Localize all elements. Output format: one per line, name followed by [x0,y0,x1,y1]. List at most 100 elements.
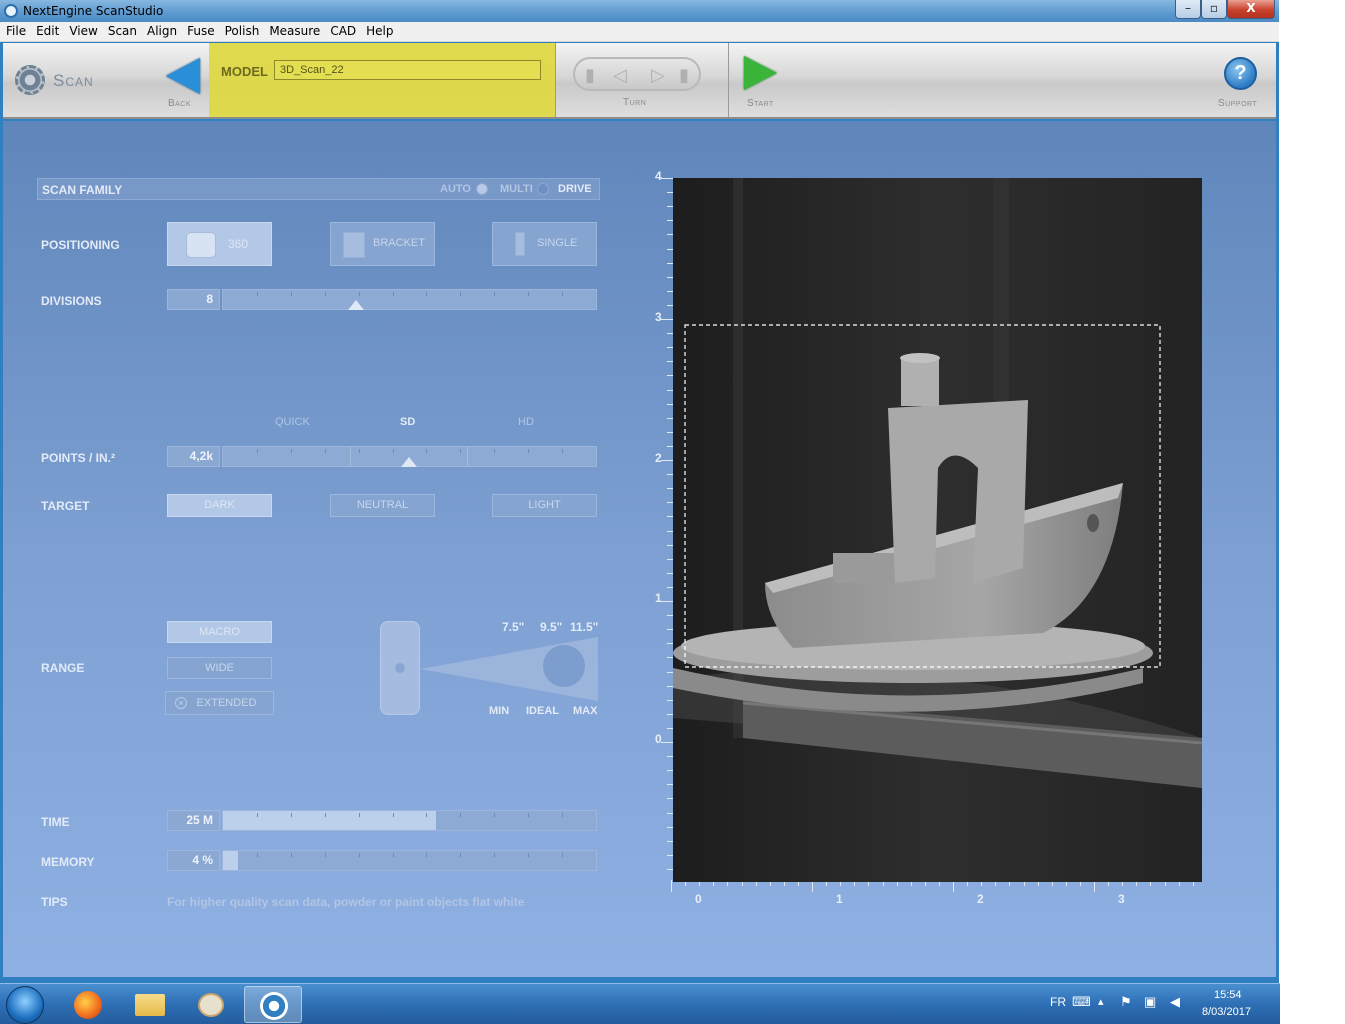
preview-image [673,178,1202,882]
menu-scan[interactable]: Scan [103,22,142,38]
quality-sd-label: SD [400,416,416,428]
target-dark-button[interactable]: DARK [167,494,272,517]
slider-tick [325,813,326,817]
back-button-label[interactable]: Back [168,98,191,109]
slider-tick [291,813,292,817]
support-button-label[interactable]: Support [1218,98,1257,109]
slider-tick [562,449,563,453]
position-360-button[interactable]: 360 [167,222,272,266]
quality-divider [350,447,351,466]
paint-taskbar-item[interactable] [182,986,240,1023]
slider-tick [325,292,326,296]
menu-measure[interactable]: Measure [264,22,325,38]
position-bracket-label: BRACKET [373,237,425,249]
back-arrow-icon[interactable] [166,58,200,94]
time-gauge-fill [223,811,436,830]
menu-view[interactable]: View [64,22,102,38]
slider-tick [460,449,461,453]
window-title: NextEngine ScanStudio [23,4,164,18]
ruler-y-tick-label: 0 [655,732,662,746]
scan-mode-label: Scan [53,71,94,90]
scanstudio-taskbar-item[interactable] [244,986,302,1023]
slider-tick [257,292,258,296]
positioning-label: POSITIONING [41,238,120,252]
paint-icon [198,993,224,1017]
slider-tick [393,449,394,453]
title-bar[interactable]: NextEngine ScanStudio – ▫ X [0,0,1279,22]
divisions-label: DIVISIONS [41,294,102,308]
range-extended-label: EXTENDED [196,697,257,709]
language-indicator[interactable]: FR [1050,995,1066,1009]
close-button[interactable]: X [1227,0,1275,19]
range-wide-button[interactable]: WIDE [167,657,272,679]
ruler-x-tick-label: 3 [1118,892,1125,906]
divisions-slider[interactable] [222,289,597,310]
explorer-taskbar-item[interactable] [121,986,179,1023]
turn-left-icon[interactable]: ◁ [613,65,627,86]
divisions-slider-thumb[interactable] [348,300,365,310]
position-single-button[interactable]: SINGLE [492,222,597,266]
drive-label[interactable]: DRIVE [558,183,592,195]
range-macro-button[interactable]: MACRO [167,621,272,643]
auto-radio[interactable] [476,183,488,195]
range-min-distance: 7.5" [502,620,525,634]
turn-stop-right-icon[interactable]: ▮ [679,65,689,86]
ruler-x-tick-label: 1 [836,892,843,906]
slider-tick [257,853,258,857]
target-neutral-button[interactable]: NEUTRAL [330,494,435,517]
range-extended-button[interactable]: × EXTENDED [165,691,274,715]
slider-tick [359,853,360,857]
ruler-mark [661,178,673,179]
minimize-button[interactable]: – [1175,0,1201,19]
maximize-button[interactable]: ▫ [1201,0,1227,19]
scanstudio-icon [260,992,288,1020]
slider-tick [426,449,427,453]
slider-tick [291,292,292,296]
turn-stop-left-icon[interactable]: ▮ [585,65,595,86]
action-center-flag-icon[interactable]: ⚑ [1120,994,1132,1010]
multi-label[interactable]: MULTI [500,183,533,195]
auto-label[interactable]: AUTO [440,183,471,195]
volume-icon[interactable]: ◀ [1170,994,1180,1010]
show-hidden-icons-icon[interactable]: ▴ [1098,995,1104,1008]
divisions-value: 8 [167,289,220,310]
ruler-y-tick-label: 4 [655,169,662,183]
slider-tick [393,292,394,296]
target-light-button[interactable]: LIGHT [492,494,597,517]
menu-polish[interactable]: Polish [220,22,265,38]
network-icon[interactable]: ▣ [1144,994,1156,1010]
turn-control[interactable]: ▮ ◁ ▷ ▮ [573,57,701,91]
slider-tick [291,853,292,857]
position-bracket-button[interactable]: BRACKET [330,222,435,266]
menu-edit[interactable]: Edit [31,22,64,38]
keyboard-icon[interactable]: ⌨ [1072,994,1091,1010]
ruler-mark [661,460,673,461]
model-name-input[interactable]: 3D_Scan_22 [274,60,541,80]
slider-tick [562,813,563,817]
slider-tick [494,853,495,857]
camera-preview[interactable] [673,178,1202,882]
menu-help[interactable]: Help [361,22,398,38]
slider-tick [460,853,461,857]
start-button-label[interactable]: Start [747,98,774,109]
horizontal-ruler: 0 1 2 3 [671,880,1203,910]
multi-radio[interactable] [537,183,549,195]
scanner-icon [380,621,420,715]
scanstudio-icon [4,4,18,18]
menu-cad[interactable]: CAD [325,22,361,38]
menu-file[interactable]: File [0,22,31,38]
clock-time[interactable]: 15:54 [1214,989,1242,1001]
ruler-mark [661,742,673,743]
turn-right-icon[interactable]: ▷ [651,65,665,86]
help-icon[interactable]: ? [1224,57,1257,90]
start-arrow-icon[interactable] [744,56,777,90]
clock-date[interactable]: 8/03/2017 [1202,1006,1251,1018]
points-slider-thumb[interactable] [400,457,417,467]
tips-text: For higher quality scan data, powder or … [167,895,525,909]
windows-start-icon[interactable] [6,986,44,1024]
ruler-y-tick-label: 1 [655,591,662,605]
firefox-taskbar-item[interactable] [60,986,118,1023]
menu-fuse[interactable]: Fuse [182,22,220,38]
model-panel [209,43,555,117]
menu-align[interactable]: Align [142,22,182,38]
